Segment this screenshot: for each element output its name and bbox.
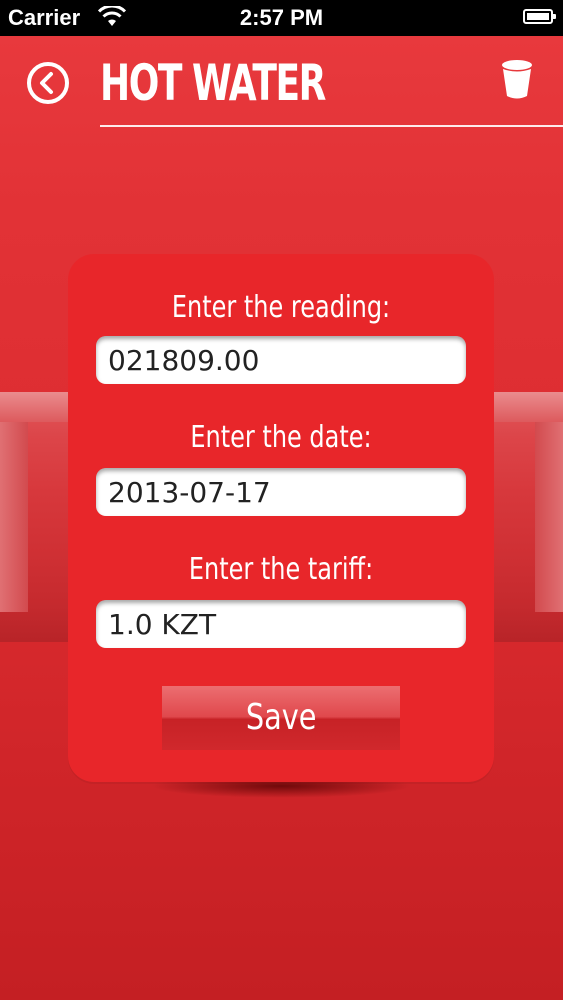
pipe-right-face (535, 422, 563, 612)
save-button[interactable]: Save (162, 686, 400, 750)
date-label: Enter the date: (190, 420, 372, 455)
reading-form-card: Enter the reading: Enter the date: Enter… (68, 254, 494, 782)
page-title: HOT WATER (100, 54, 326, 112)
reading-input[interactable] (96, 336, 466, 384)
date-input[interactable] (96, 468, 466, 516)
screen: HOT WATER Enter the reading: Enter the d… (0, 36, 563, 1000)
pipe-left-face (0, 422, 28, 612)
tariff-label: Enter the tariff: (188, 552, 374, 587)
tariff-input[interactable] (96, 600, 466, 648)
status-bar: Carrier 2:57 PM (0, 0, 563, 36)
back-button[interactable] (26, 61, 70, 105)
battery-icon (523, 9, 556, 24)
trash-icon[interactable] (500, 58, 534, 102)
clock-label: 2:57 PM (239, 5, 324, 30)
title-divider (100, 125, 563, 127)
save-button-label: Save (245, 697, 317, 738)
reading-label: Enter the reading: (171, 290, 391, 325)
